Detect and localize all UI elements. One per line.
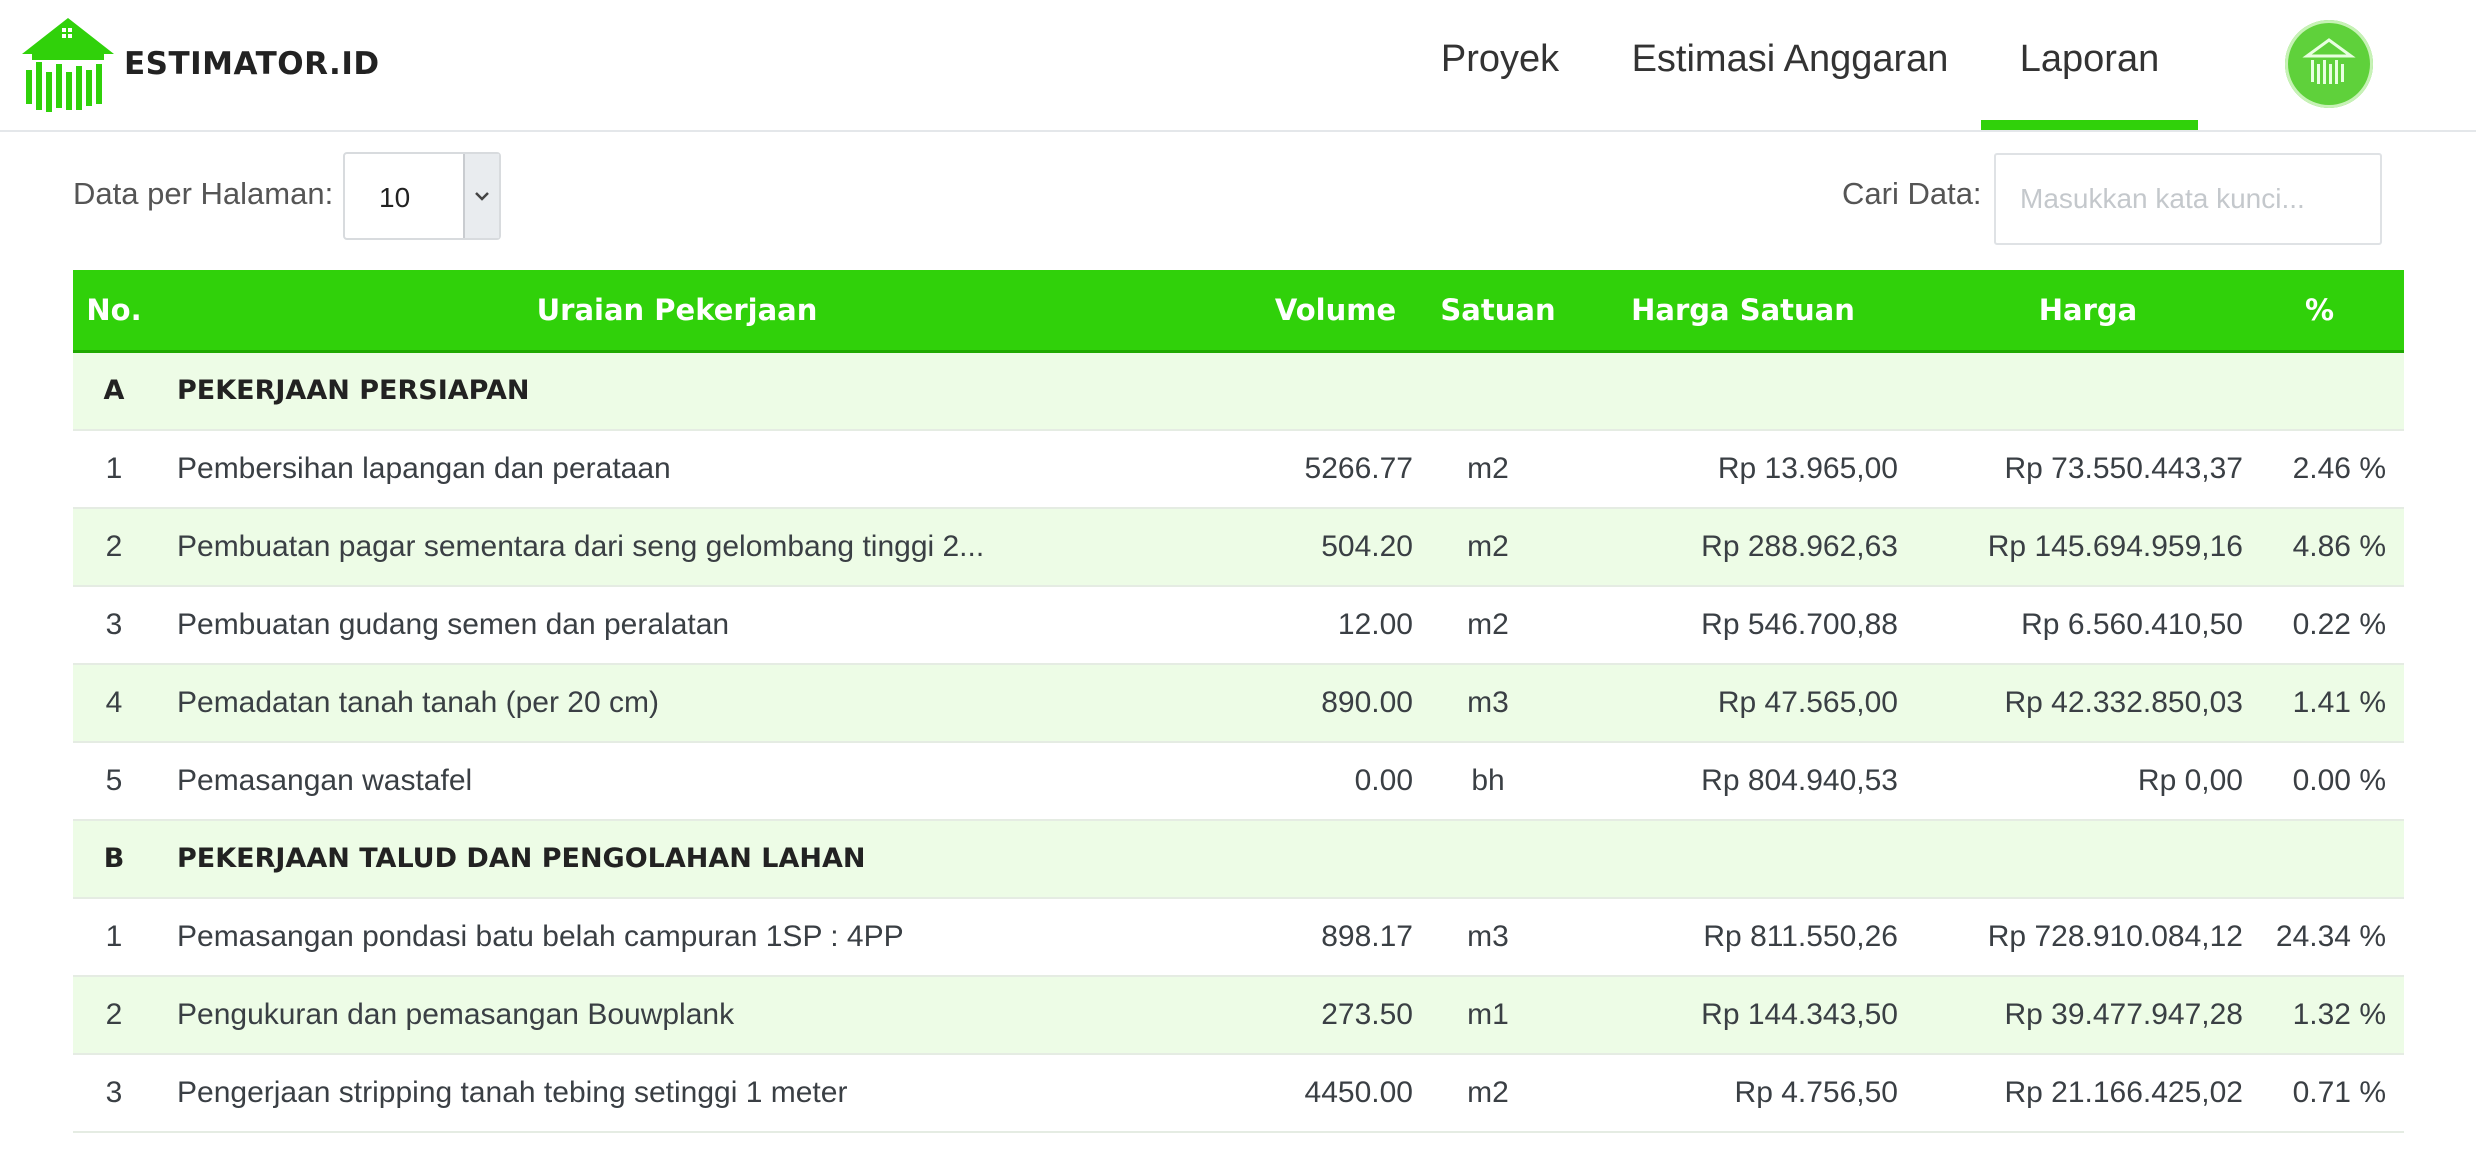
row-harga: Rp 6.560.410,50 xyxy=(2021,608,2243,641)
nav-laporan[interactable]: Laporan xyxy=(1981,0,2198,130)
row-desc: Pengerjaan stripping tanah tebing seting… xyxy=(177,1076,848,1109)
table-row[interactable]: 2 Pengukuran dan pemasangan Bouwplank 27… xyxy=(73,977,2404,1055)
table-row[interactable]: 3 Pengerjaan stripping tanah tebing seti… xyxy=(73,1055,2404,1133)
row-satuan: bh xyxy=(1471,764,1505,797)
row-satuan: m2 xyxy=(1467,608,1509,641)
row-volume: 5266.77 xyxy=(1304,452,1413,485)
row-percent: 1.32 % xyxy=(2292,998,2386,1031)
row-volume: 0.00 xyxy=(1354,764,1413,797)
section-row: B PEKERJAAN TALUD DAN PENGOLAHAN LAHAN xyxy=(73,821,2404,899)
row-volume: 273.50 xyxy=(1321,998,1413,1031)
row-desc: Pemadatan tanah tanah (per 20 cm) xyxy=(177,686,659,719)
row-percent: 4.86 % xyxy=(2292,530,2386,563)
row-desc: Pembuatan pagar sementara dari seng gelo… xyxy=(177,530,985,563)
top-navbar: ESTIMATOR.ID Proyek Estimasi Anggaran La… xyxy=(0,0,2476,132)
row-harga: Rp 21.166.425,02 xyxy=(2004,1076,2243,1109)
section-title: PEKERJAAN PERSIAPAN xyxy=(177,375,530,406)
search-label: Cari Data: xyxy=(1842,176,1982,211)
row-satuan: m2 xyxy=(1467,1076,1509,1109)
table-header: No. Uraian Pekerjaan Volume Satuan Harga… xyxy=(73,270,2404,353)
row-percent: 24.34 % xyxy=(2275,920,2386,953)
per-page-label: Data per Halaman: xyxy=(73,176,334,211)
row-harga: Rp 73.550.443,37 xyxy=(2004,452,2243,485)
row-desc: Pengukuran dan pemasangan Bouwplank xyxy=(177,998,735,1031)
table-row[interactable]: 1 Pemasangan pondasi batu belah campuran… xyxy=(73,899,2404,977)
table-row[interactable]: 2 Pembuatan pagar sementara dari seng ge… xyxy=(73,509,2404,587)
row-harga-satuan: Rp 144.343,50 xyxy=(1701,998,1898,1031)
brand[interactable]: ESTIMATOR.ID xyxy=(18,14,380,114)
row-satuan: m1 xyxy=(1467,998,1509,1031)
row-no: 1 xyxy=(105,452,123,485)
row-no: 4 xyxy=(105,686,123,719)
row-harga-satuan: Rp 546.700,88 xyxy=(1701,608,1898,641)
section-row: A PEKERJAAN PERSIAPAN xyxy=(73,353,2404,431)
table-row[interactable]: 5 Pemasangan wastafel 0.00 bh Rp 804.940… xyxy=(73,743,2404,821)
table-row[interactable]: 3 Pembuatan gudang semen dan peralatan 1… xyxy=(73,587,2404,665)
search-input[interactable] xyxy=(1994,153,2382,245)
section-title: PEKERJAAN TALUD DAN PENGOLAHAN LAHAN xyxy=(177,843,866,874)
row-satuan: m3 xyxy=(1467,686,1509,719)
row-harga-satuan: Rp 47.565,00 xyxy=(1717,686,1898,719)
table-row[interactable]: 4 Pemadatan tanah tanah (per 20 cm) 890.… xyxy=(73,665,2404,743)
row-harga: Rp 42.332.850,03 xyxy=(2004,686,2243,719)
row-harga: Rp 0,00 xyxy=(2137,764,2243,797)
row-harga: Rp 728.910.084,12 xyxy=(1987,920,2243,953)
row-no: 5 xyxy=(105,764,123,797)
col-harga: Harga xyxy=(2038,293,2138,327)
row-volume: 890.00 xyxy=(1321,686,1413,719)
row-volume: 504.20 xyxy=(1321,530,1413,563)
row-harga: Rp 145.694.959,16 xyxy=(1987,530,2243,563)
col-satuan: Satuan xyxy=(1440,293,1556,327)
row-percent: 2.46 % xyxy=(2292,452,2386,485)
estimate-table: No. Uraian Pekerjaan Volume Satuan Harga… xyxy=(73,270,2404,1133)
row-harga-satuan: Rp 804.940,53 xyxy=(1701,764,1898,797)
row-percent: 0.71 % xyxy=(2292,1076,2386,1109)
row-harga-satuan: Rp 13.965,00 xyxy=(1717,452,1898,485)
row-percent: 0.00 % xyxy=(2292,764,2386,797)
col-harga-satuan: Harga Satuan xyxy=(1631,293,1855,327)
per-page-value: 10 xyxy=(379,182,411,213)
row-desc: Pembersihan lapangan dan perataan xyxy=(177,452,671,485)
row-satuan: m2 xyxy=(1467,452,1509,485)
brand-name: ESTIMATOR.ID xyxy=(124,46,380,82)
row-harga-satuan: Rp 288.962,63 xyxy=(1701,530,1898,563)
row-desc: Pemasangan wastafel xyxy=(177,764,473,797)
col-uraian: Uraian Pekerjaan xyxy=(536,293,818,327)
row-desc: Pemasangan pondasi batu belah campuran 1… xyxy=(177,920,904,953)
row-percent: 0.22 % xyxy=(2292,608,2386,641)
row-harga-satuan: Rp 4.756,50 xyxy=(1734,1076,1898,1109)
row-no: 3 xyxy=(105,608,123,641)
row-percent: 1.41 % xyxy=(2292,686,2386,719)
per-page-select[interactable]: 10 xyxy=(343,152,501,240)
avatar-logo-icon xyxy=(2302,38,2356,84)
col-percent: % xyxy=(2304,293,2335,327)
chevron-down-icon[interactable] xyxy=(463,154,499,238)
row-harga: Rp 39.477.947,28 xyxy=(2004,998,2243,1031)
user-avatar[interactable] xyxy=(2285,20,2373,108)
table-row[interactable]: 1 Pembersihan lapangan dan perataan 5266… xyxy=(73,431,2404,509)
row-no: 3 xyxy=(105,1076,123,1109)
row-volume: 12.00 xyxy=(1337,608,1413,641)
nav-estimasi-anggaran[interactable]: Estimasi Anggaran xyxy=(1620,0,1960,130)
section-code: B xyxy=(103,843,125,874)
row-volume: 4450.00 xyxy=(1304,1076,1413,1109)
house-chart-logo-icon xyxy=(22,18,114,112)
row-no: 2 xyxy=(105,998,123,1031)
row-satuan: m3 xyxy=(1467,920,1509,953)
row-volume: 898.17 xyxy=(1321,920,1413,953)
nav-proyek[interactable]: Proyek xyxy=(1420,0,1580,130)
row-harga-satuan: Rp 811.550,26 xyxy=(1703,920,1898,953)
col-no: No. xyxy=(86,293,142,327)
section-code: A xyxy=(103,375,125,406)
row-no: 2 xyxy=(105,530,123,563)
row-satuan: m2 xyxy=(1467,530,1509,563)
row-desc: Pembuatan gudang semen dan peralatan xyxy=(177,608,730,641)
row-no: 1 xyxy=(105,920,123,953)
